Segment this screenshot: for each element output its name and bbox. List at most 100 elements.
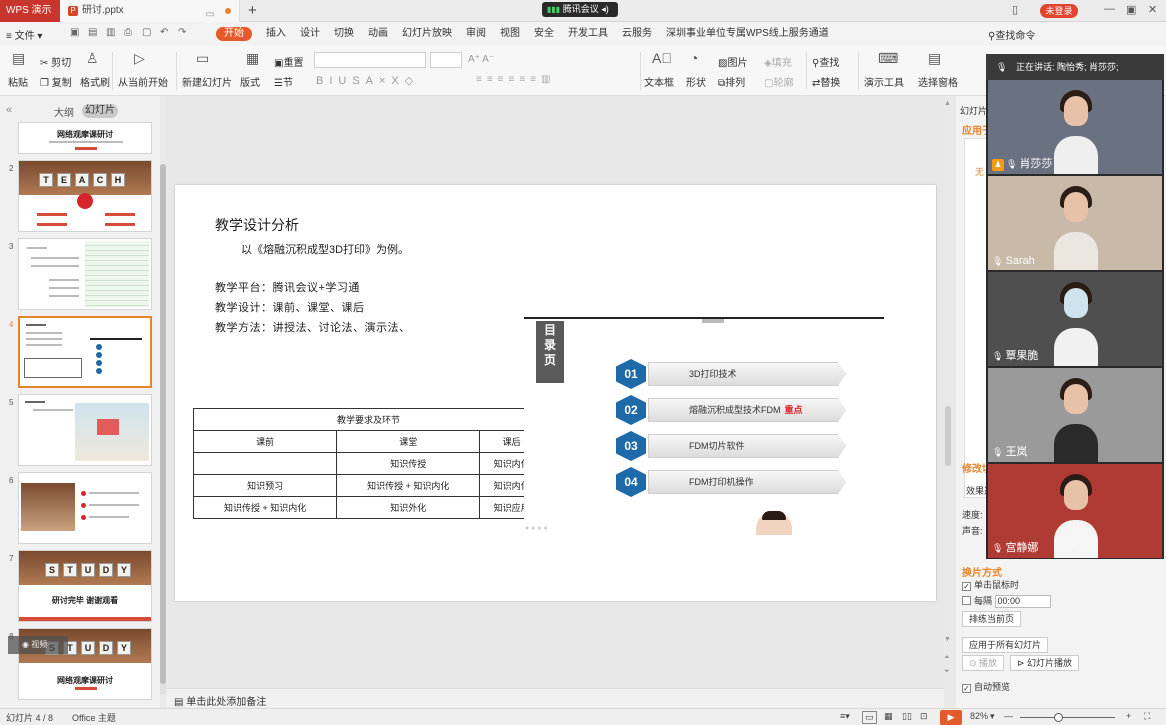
fill-button[interactable]: ◈填充 bbox=[764, 54, 792, 69]
on-click-option[interactable]: ✓ 单击鼠标时 bbox=[962, 578, 1019, 591]
slide-thumbnail-7[interactable]: S T U D Y 研讨完毕 谢谢观看 bbox=[18, 550, 152, 622]
text-format-icons[interactable]: BIUSA×X◇ bbox=[316, 74, 419, 87]
scroll-down-icon[interactable]: ▼ bbox=[944, 636, 951, 643]
video-tile[interactable]: 🎙 宫静娜 ⌄ bbox=[988, 464, 1162, 558]
tab-animations[interactable]: 动画 bbox=[368, 27, 388, 41]
tab-transitions[interactable]: 切换 bbox=[334, 27, 354, 41]
next-slide-icon[interactable]: ⏷ bbox=[944, 668, 950, 676]
paragraph-align-icons[interactable]: ≡≡≡≡≡≡▥ bbox=[476, 74, 555, 85]
font-family-select[interactable] bbox=[314, 52, 426, 68]
video-tile[interactable]: 🎙 王岚 bbox=[988, 368, 1162, 462]
tab-view[interactable]: 视图 bbox=[500, 27, 520, 41]
current-slide[interactable]: 教学设计分析 以《熔融沉积成型3D打印》为例。 教学平台：腾讯会议+学习通 教学… bbox=[175, 185, 936, 601]
notes-toggle-icon[interactable]: ≡▾ bbox=[840, 711, 850, 722]
outline-button[interactable]: ▢轮廓 bbox=[764, 74, 793, 89]
select-pane-icon[interactable]: ▤ bbox=[928, 50, 941, 67]
editor-scrollbar[interactable]: ▲ ▼ ⏶ ⏷ bbox=[943, 96, 953, 688]
interval-input[interactable]: 00:00 bbox=[994, 595, 1051, 608]
embedded-toc-image[interactable]: 目录页 01 3D打印技术 02 熔融沉积成型技术FDM 重点 03 FDM切片软… bbox=[524, 315, 886, 535]
outline-view-tab[interactable]: 大纲 bbox=[54, 104, 74, 119]
section-button[interactable]: ☰节 bbox=[274, 74, 293, 89]
presenter-view-icon[interactable]: ⊡ bbox=[920, 711, 928, 722]
from-current-button[interactable]: 从当前开始 bbox=[118, 74, 168, 89]
meeting-indicator[interactable]: ▮▮▮ 腾讯会议 ◂) bbox=[542, 2, 618, 17]
rehearse-button[interactable]: 排练当前页 bbox=[962, 611, 1022, 627]
tab-security[interactable]: 安全 bbox=[534, 27, 554, 41]
presentation-tools-button[interactable]: 演示工具 bbox=[864, 74, 904, 89]
slide-thumbnail-5[interactable] bbox=[18, 394, 152, 466]
replace-button[interactable]: ⇄替换 bbox=[812, 74, 840, 89]
apply-all-button[interactable]: 应用于所有幻灯片 bbox=[962, 637, 1049, 653]
checkbox-icon[interactable] bbox=[962, 596, 971, 605]
checkbox-checked-icon[interactable]: ✓ bbox=[962, 684, 971, 693]
play-button[interactable]: ⊙ 播放 bbox=[962, 655, 1005, 671]
format-painter-button[interactable]: 格式刷 bbox=[80, 74, 110, 89]
format-painter-icon[interactable]: ♙ bbox=[86, 50, 99, 67]
window-layout-icon[interactable]: ▯ bbox=[1012, 3, 1018, 16]
document-tab[interactable]: P 研讨.pptx ▭ bbox=[60, 0, 240, 22]
paste-button[interactable]: 粘贴 bbox=[8, 74, 28, 89]
fit-window-icon[interactable]: ⛶ bbox=[1144, 711, 1150, 722]
textbox-button[interactable]: 文本框 bbox=[644, 74, 674, 89]
expand-chevron-icon[interactable]: ⌄ bbox=[1070, 538, 1078, 549]
tab-service-channel[interactable]: 深圳事业单位专属WPS线上服务通道 bbox=[666, 27, 829, 41]
zoom-level[interactable]: 82% bbox=[970, 711, 988, 721]
scrollbar-thumb[interactable] bbox=[945, 406, 951, 466]
layout-icon[interactable]: ▦ bbox=[246, 50, 259, 67]
layout-button[interactable]: 版式 bbox=[240, 74, 260, 89]
zoom-out-icon[interactable]: — bbox=[1004, 711, 1013, 721]
start-slideshow-button[interactable]: ▶ bbox=[940, 710, 962, 725]
transition-none[interactable]: 无 bbox=[975, 165, 984, 178]
font-size-select[interactable] bbox=[430, 52, 462, 68]
presentation-tools-icon[interactable]: ⌨ bbox=[878, 50, 898, 67]
tab-design[interactable]: 设计 bbox=[300, 27, 320, 41]
theme-name[interactable]: Office 主题 bbox=[72, 711, 116, 724]
save-icon[interactable]: ▣ bbox=[70, 27, 79, 38]
video-tile[interactable]: 🎙 Sarah bbox=[988, 176, 1162, 270]
video-badge[interactable]: ◉ 视频 bbox=[8, 636, 68, 654]
new-tab-button[interactable]: + bbox=[248, 2, 257, 19]
notes-placeholder[interactable]: ▤ 单击此处添加备注 bbox=[174, 693, 266, 708]
notes-bar[interactable]: ▤ 单击此处添加备注 bbox=[166, 688, 944, 708]
normal-view-icon[interactable]: ▭ bbox=[862, 711, 877, 724]
scroll-up-icon[interactable]: ▲ bbox=[944, 100, 951, 107]
textbox-icon[interactable]: A⃞ bbox=[652, 50, 672, 66]
close-button[interactable]: ✕ bbox=[1148, 3, 1157, 16]
print-icon[interactable]: ⎙ bbox=[124, 27, 132, 38]
slide-thumbnail-4-selected[interactable] bbox=[18, 316, 152, 388]
slide-thumbnail-1[interactable]: 网络观摩课研讨 bbox=[18, 122, 152, 154]
find-button[interactable]: ⚲查找 bbox=[812, 54, 839, 69]
redo-icon[interactable]: ↷ bbox=[178, 27, 186, 38]
shape-icon[interactable]: ◔ bbox=[690, 50, 698, 66]
reset-button[interactable]: ▣重置 bbox=[274, 54, 303, 69]
autopreview-option[interactable]: ✓ 自动预览 bbox=[962, 680, 1010, 693]
teaching-table[interactable]: 教学要求及环节 课前 课堂 课后 知识传授 知识内化 知识预习 知识传授 + 知… bbox=[192, 408, 544, 519]
zoom-slider[interactable] bbox=[1020, 717, 1115, 718]
tab-developer[interactable]: 开发工具 bbox=[568, 27, 608, 41]
collapse-pane-icon[interactable]: « bbox=[6, 104, 12, 116]
open-icon[interactable]: ▤ bbox=[88, 27, 97, 38]
tab-insert[interactable]: 插入 bbox=[266, 27, 286, 41]
new-slide-button[interactable]: 新建幻灯片 bbox=[182, 74, 232, 89]
sorter-view-icon[interactable]: ▦ bbox=[884, 711, 893, 722]
every-option[interactable]: 每隔 00:00 bbox=[962, 594, 1051, 608]
wps-app-tab[interactable]: WPS 演示 bbox=[0, 0, 60, 22]
slide-thumbnail-3[interactable] bbox=[18, 238, 152, 310]
arrange-button[interactable]: ⧉排列 bbox=[718, 74, 745, 89]
preview-icon[interactable]: ▢ bbox=[142, 27, 151, 38]
video-tile[interactable]: ♟ 🎙 肖莎莎 bbox=[988, 80, 1162, 174]
video-tile[interactable]: 🎙 覃果脆 bbox=[988, 272, 1162, 366]
select-pane-button[interactable]: 选择窗格 bbox=[918, 74, 958, 89]
restore-button[interactable]: ▣ bbox=[1126, 3, 1136, 16]
tab-cloud[interactable]: 云服务 bbox=[622, 27, 652, 41]
tab-home[interactable]: 开始 bbox=[216, 27, 252, 41]
export-icon[interactable]: ▥ bbox=[106, 27, 115, 38]
login-button[interactable]: 未登录 bbox=[1040, 4, 1078, 18]
slides-view-tab[interactable]: 幻灯片 bbox=[82, 104, 118, 118]
cut-button[interactable]: ✂ 剪切 bbox=[40, 54, 71, 69]
slide-thumbnail-6[interactable] bbox=[18, 472, 152, 544]
shape-button[interactable]: 形状 bbox=[686, 74, 706, 89]
tab-slideshow[interactable]: 幻灯片放映 bbox=[402, 27, 452, 41]
tab-review[interactable]: 审阅 bbox=[466, 27, 486, 41]
image-button[interactable]: ▨图片 bbox=[718, 54, 747, 69]
